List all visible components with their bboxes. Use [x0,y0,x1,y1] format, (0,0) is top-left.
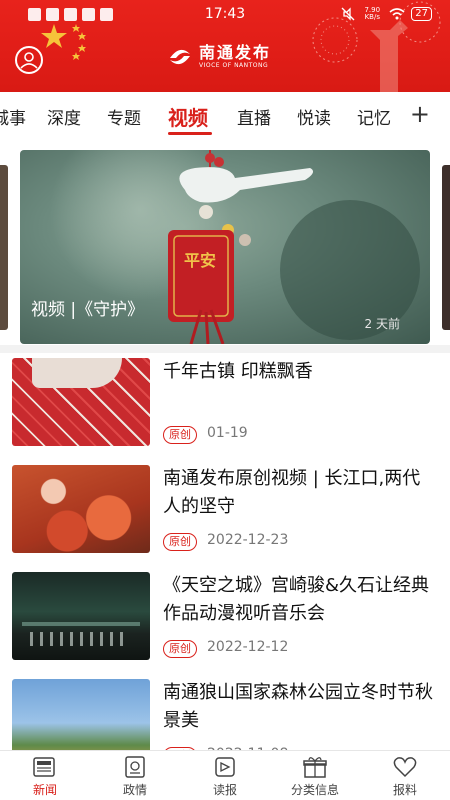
article-title: 《天空之城》宫崎骏&久石让经典作品动漫视听音乐会 [163,575,430,624]
nav-read-paper-label: 读报 [212,783,237,797]
app-logo: 南通发布 VIOCE OF NANTONG [168,44,271,70]
original-badge: 原创 [163,640,197,658]
nav-news[interactable]: 新闻 [0,755,90,798]
user-profile-button[interactable] [15,46,43,74]
policy-icon [125,756,145,778]
charm-text: 平安 [184,251,217,270]
article-title: 南通狼山国家森林公园立冬时节秋景美 [163,682,433,731]
tab-depth[interactable]: 深度 [47,104,81,129]
nav-classified-label: 分类信息 [290,783,339,797]
logo-text-en: VIOCE OF NANTONG [199,62,269,69]
mute-icon [341,7,355,21]
tab-topics[interactable]: 专题 [107,104,141,129]
wifi-icon [389,8,405,20]
featured-title: 视频 |《守护》 [31,300,145,320]
article-thumbnail [12,572,150,660]
list-item[interactable]: 南通发布原创视频 | 长江口,两代人的坚守 原创 2022-12-23 [0,465,450,571]
tab-city-news[interactable]: 城事 [0,104,26,129]
article-date: 01-19 [207,425,248,441]
newspaper-icon [215,757,235,777]
tab-video[interactable]: 视频 [168,102,208,131]
flag-stars-icon [41,24,86,60]
app-header: 17:43 7.90 KB/s 27 南通发布 VIOCE OF NANTONG [0,0,450,92]
carousel-prev-peek[interactable] [0,165,8,330]
featured-time: 2 天前 [364,317,400,331]
bottom-navigation: 新闻 政情 读报 分类信息 报料 [0,750,450,800]
gift-box-icon [303,757,327,778]
tab-memory[interactable]: 记忆 [357,104,391,129]
add-tab-button[interactable]: + [410,100,430,128]
nav-classified[interactable]: 分类信息 [270,755,360,798]
nav-report[interactable]: 报料 [360,755,450,798]
nav-policy[interactable]: 政情 [90,755,180,798]
tab-reading[interactable]: 悦读 [297,104,331,129]
network-speed: 7.90 KB/s [364,6,381,21]
heart-icon [393,757,417,778]
original-badge: 原创 [163,426,197,444]
original-badge: 原创 [163,533,197,551]
article-date: 2022-12-12 [207,639,289,655]
list-item[interactable]: 《天空之城》宫崎骏&久石让经典作品动漫视听音乐会 原创 2022-12-12 [0,572,450,678]
nav-policy-label: 政情 [122,783,147,797]
carousel-next-peek[interactable] [442,165,450,330]
article-thumbnail [12,465,150,553]
article-title: 南通发布原创视频 | 长江口,两代人的坚守 [163,468,421,517]
article-thumbnail [12,358,150,446]
battery-indicator: 27 [411,7,432,21]
user-icon [20,52,38,69]
nantong-logo-icon [170,49,190,65]
nav-report-label: 报料 [392,783,417,797]
list-item[interactable]: 千年古镇 印糕飘香 原创 01-19 [0,358,450,464]
tab-live[interactable]: 直播 [237,104,271,129]
nav-news-label: 新闻 [32,783,57,797]
logo-text-cn: 南通发布 [199,43,272,62]
article-date: 2022-12-23 [207,532,289,548]
news-icon [33,757,55,777]
section-divider [0,345,450,353]
article-title: 千年古镇 印糕飘香 [163,361,313,382]
featured-video-card[interactable]: 平安 视频 |《守护》 2 天前 [20,150,430,344]
nav-read-paper[interactable]: 读报 [180,755,270,798]
category-tabs: 城事 深度 专题 视频 直播 悦读 记忆 + [0,92,450,138]
status-bar: 17:43 7.90 KB/s 27 [0,6,450,24]
active-tab-indicator [168,132,212,135]
